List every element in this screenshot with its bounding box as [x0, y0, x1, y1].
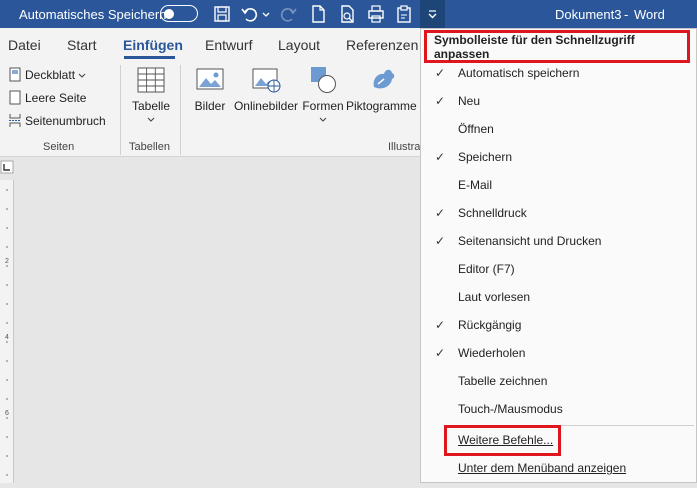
check-icon: ✓ [435, 94, 446, 108]
check-icon: ✓ [435, 318, 446, 332]
tab-start[interactable]: Start [67, 37, 97, 53]
blank-page-icon [9, 90, 21, 105]
customize-qat-menu: Symbolleiste für den Schnellzugriff anpa… [420, 28, 697, 483]
cover-page-label: Deckblatt [25, 67, 76, 82]
tab-datei[interactable]: Datei [8, 37, 41, 53]
autosave-label: Automatisches Speichern [19, 6, 167, 22]
save-icon[interactable] [212, 4, 232, 24]
svg-text:2: 2 [5, 258, 9, 265]
group-label-seiten: Seiten [43, 141, 75, 153]
chevron-down-icon [147, 117, 155, 122]
table-icon [137, 67, 165, 93]
menu-item-redo[interactable]: ✓ Wiederholen [421, 339, 696, 367]
menu-item-email[interactable]: E-Mail [421, 171, 696, 199]
group-divider [180, 65, 181, 155]
shapes-label: Formen [302, 99, 344, 113]
pictures-label: Bilder [194, 99, 226, 113]
undo-dropdown-icon[interactable] [261, 4, 271, 24]
group-divider [120, 65, 121, 155]
check-icon: ✓ [435, 346, 446, 360]
print-preview-icon[interactable] [337, 4, 357, 24]
table-label: Tabelle [131, 99, 171, 113]
menu-item-open[interactable]: Öffnen [421, 115, 696, 143]
cover-page-button[interactable]: Deckblatt [8, 67, 86, 82]
menu-item-editor[interactable]: Editor (F7) [421, 255, 696, 283]
menu-item-print-preview[interactable]: ✓ Seitenansicht und Drucken [421, 227, 696, 255]
check-icon: ✓ [435, 66, 446, 80]
menu-item-touch-mode[interactable]: Touch-/Mausmodus [421, 395, 696, 423]
chevron-down-icon [428, 10, 437, 19]
online-picture-icon [252, 68, 281, 93]
redo-icon [280, 8, 297, 22]
menu-item-new[interactable]: ✓ Neu [421, 87, 696, 115]
undo-icon[interactable] [240, 4, 260, 24]
online-pictures-label: Onlinebilder [233, 99, 299, 113]
autosave-toggle[interactable] [160, 5, 198, 22]
clipboard-icon[interactable] [394, 4, 414, 24]
blank-page-button[interactable]: Leere Seite [8, 90, 86, 105]
page-break-label: Seitenumbruch [25, 113, 106, 128]
vertical-ruler: 2 4 6 [0, 180, 14, 483]
tab-selector-icon[interactable] [0, 160, 14, 174]
check-icon: ✓ [435, 234, 446, 248]
chevron-down-icon [78, 73, 86, 78]
tab-layout[interactable]: Layout [278, 37, 320, 53]
group-label-tabellen: Tabellen [129, 141, 170, 153]
menu-item-read-aloud[interactable]: Laut vorlesen [421, 283, 696, 311]
more-commands-highlight [444, 425, 561, 456]
shapes-button[interactable]: Formen [302, 65, 344, 127]
new-document-icon[interactable] [308, 4, 328, 24]
table-button[interactable]: Tabelle [131, 65, 171, 127]
shapes-icon [311, 67, 336, 93]
menu-item-show-below-ribbon[interactable]: Unter dem Menüband anzeigen [421, 454, 696, 482]
document-title: Dokument3 [555, 6, 622, 22]
picture-icon [196, 68, 224, 90]
menu-item-undo[interactable]: ✓ Rückgängig [421, 311, 696, 339]
menu-item-quick-print[interactable]: ✓ Schnelldruck [421, 199, 696, 227]
title-bar: Automatisches Speichern Dokument3 - Word [0, 0, 697, 28]
tab-einfuegen[interactable]: Einfügen [123, 37, 183, 53]
active-tab-indicator [124, 56, 175, 59]
svg-text:4: 4 [5, 334, 9, 341]
chevron-down-icon [319, 117, 327, 122]
svg-text:6: 6 [5, 410, 9, 417]
page-break-button[interactable]: Seitenumbruch [8, 113, 106, 128]
toggle-knob [164, 8, 174, 19]
group-label-illustrationen: Illustra [388, 141, 421, 153]
icons-button[interactable]: Piktogramme [346, 65, 418, 113]
menu-item-save[interactable]: ✓ Speichern [421, 143, 696, 171]
icons-label: Piktogramme [346, 99, 417, 113]
page-break-icon [9, 114, 21, 127]
cover-page-icon [9, 67, 21, 82]
pictogram-icon [373, 69, 395, 89]
blank-page-label: Leere Seite [25, 90, 87, 105]
title-separator: - [624, 6, 629, 22]
tab-entwurf[interactable]: Entwurf [205, 37, 252, 53]
customize-qat-button[interactable] [420, 0, 445, 28]
tab-referenzen[interactable]: Referenzen [346, 37, 418, 53]
check-icon: ✓ [435, 150, 446, 164]
menu-item-autosave[interactable]: ✓ Automatisch speichern [421, 59, 696, 87]
menu-item-draw-table[interactable]: Tabelle zeichnen [421, 367, 696, 395]
quick-print-icon[interactable] [366, 4, 386, 24]
online-pictures-button[interactable]: Onlinebilder [232, 65, 300, 113]
app-name: Word [634, 6, 665, 22]
pictures-button[interactable]: Bilder [192, 65, 228, 113]
ruler-ticks: 2 4 6 [5, 189, 9, 476]
check-icon: ✓ [435, 206, 446, 220]
